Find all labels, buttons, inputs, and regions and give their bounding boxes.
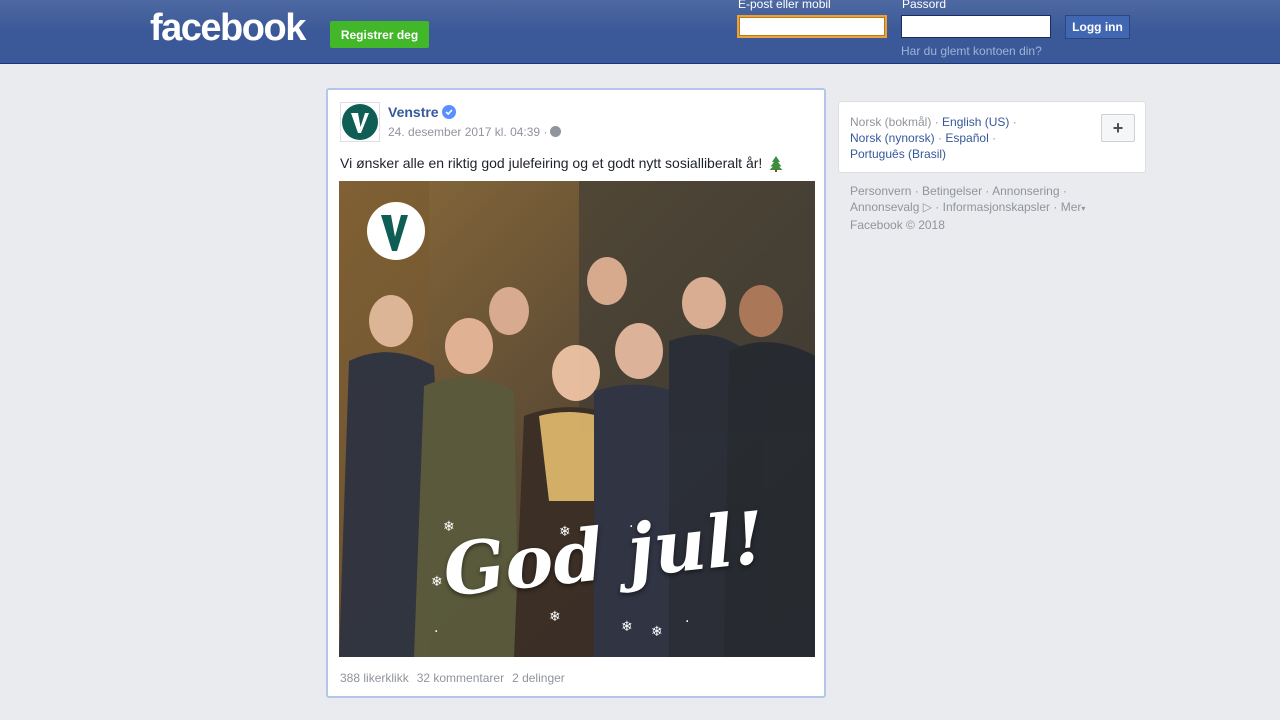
adchoices-icon: ▷ — [922, 200, 932, 214]
verified-badge-icon — [442, 105, 456, 119]
page-avatar[interactable] — [340, 102, 380, 142]
email-input[interactable] — [737, 15, 887, 38]
language-portuguese[interactable]: Português (Brasil) — [850, 147, 946, 161]
page-name-link[interactable]: Venstre — [388, 104, 439, 120]
comments-count[interactable]: 32 kommentarer — [417, 671, 504, 685]
globe-icon[interactable] — [550, 126, 561, 137]
footer-link-privacy[interactable]: Personvern — [850, 184, 911, 198]
password-input[interactable] — [901, 15, 1051, 38]
svg-text:❄: ❄ — [621, 619, 633, 635]
footer-link-terms[interactable]: Betingelser — [922, 184, 982, 198]
svg-text:·: · — [434, 624, 438, 640]
svg-text:·: · — [685, 614, 689, 630]
top-bar: facebook Registrer deg E-post eller mobi… — [0, 0, 1280, 64]
venstre-logo-icon — [342, 104, 378, 140]
footer-links: Personvern · Betingelser · Annonsering ·… — [850, 183, 1150, 233]
copyright: Facebook © 2018 — [850, 218, 945, 232]
footer-link-advertising[interactable]: Annonsering — [992, 184, 1059, 198]
caret-down-icon: ▾ — [1081, 204, 1086, 213]
shares-count[interactable]: 2 delinger — [512, 671, 565, 685]
christmas-tree-icon — [769, 156, 783, 175]
post-stats: 388 likerklikk 32 kommentarer 2 delinger — [340, 671, 565, 685]
signup-button[interactable]: Registrer deg — [330, 21, 429, 48]
post-photo[interactable]: ❄ ❄ · ❄ ❄ ❄ · ❄ · God jul! — [339, 181, 815, 657]
post-meta: 24. desember 2017 kl. 04:39 · — [388, 125, 547, 139]
language-nynorsk[interactable]: Norsk (nynorsk) — [850, 131, 935, 145]
forgot-account-link[interactable]: Har du glemt kontoen din? — [901, 44, 1042, 58]
post-card: Venstre 24. desember 2017 kl. 04:39 · Vi… — [326, 88, 826, 698]
language-english[interactable]: English (US) — [942, 115, 1009, 129]
footer-link-more[interactable]: Mer — [1061, 200, 1082, 214]
current-language: Norsk (bokmål) — [850, 115, 932, 129]
likes-count[interactable]: 388 likerklikk — [340, 671, 409, 685]
svg-text:❄: ❄ — [549, 609, 561, 625]
language-box: Norsk (bokmål) · English (US) · Norsk (n… — [838, 101, 1146, 173]
more-languages-button[interactable]: + — [1101, 114, 1135, 142]
svg-text:❄: ❄ — [651, 624, 663, 640]
footer-link-cookies[interactable]: Informasjonskapsler — [943, 200, 1050, 214]
password-label: Passord — [902, 0, 947, 11]
footer-link-adchoices[interactable]: Annonsevalg — [850, 200, 919, 214]
email-label: E-post eller mobil — [738, 0, 831, 11]
post-text: Vi ønsker alle en riktig god julefeiring… — [340, 155, 763, 171]
language-spanish[interactable]: Español — [945, 131, 988, 145]
facebook-logo[interactable]: facebook — [150, 7, 306, 49]
post-timestamp[interactable]: 24. desember 2017 kl. 04:39 — [388, 125, 540, 139]
login-button[interactable]: Logg inn — [1065, 15, 1130, 39]
meta-separator: · — [543, 125, 548, 139]
